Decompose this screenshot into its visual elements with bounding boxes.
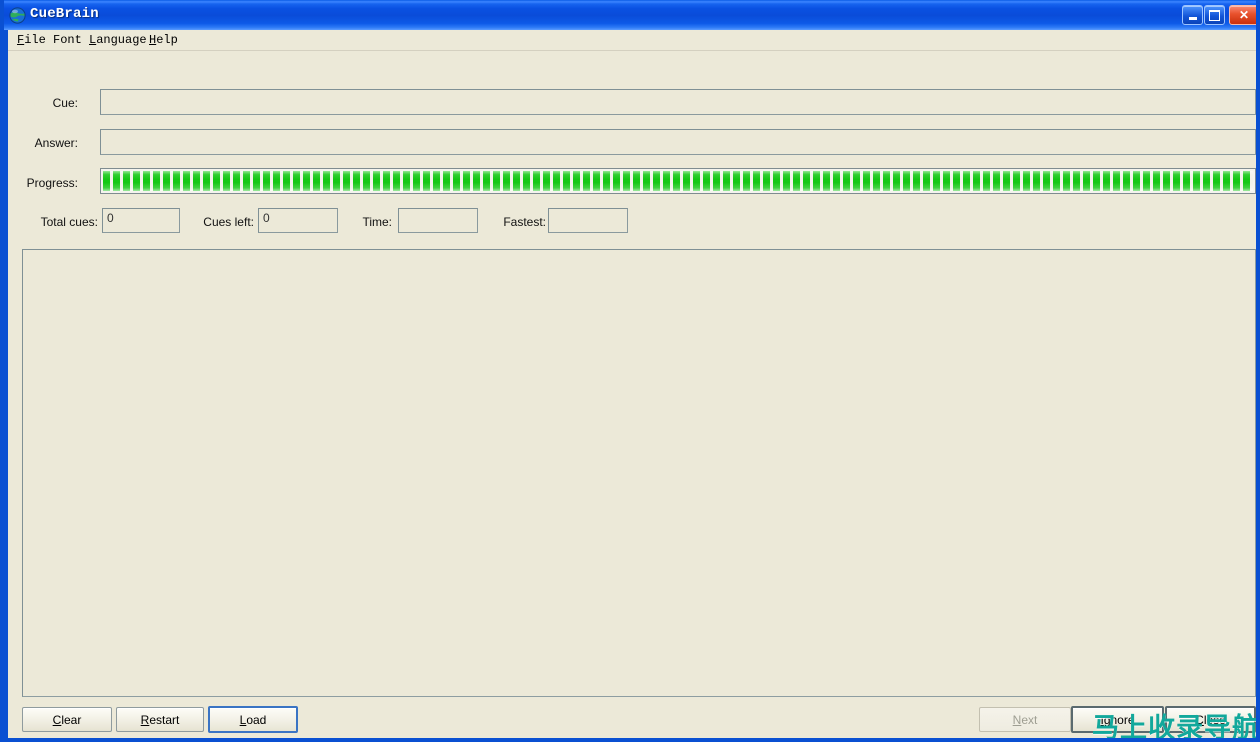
answer-input[interactable] <box>100 129 1256 155</box>
total-cues-input[interactable]: 0 <box>102 208 180 233</box>
window-title: CueBrain <box>30 6 99 22</box>
cues-left-label: Cues left: <box>203 215 254 229</box>
total-cues-label: Total cues: <box>40 215 98 229</box>
globe-icon <box>9 7 26 24</box>
title-bar[interactable]: CueBrain ✕ <box>4 0 1256 30</box>
form-area: Cue: Answer: Progress: Total cues: 0 Cue… <box>8 51 1256 738</box>
main-output-panel[interactable] <box>22 249 1256 697</box>
close-icon: ✕ <box>1238 8 1250 22</box>
menu-language-rest: anguage <box>96 33 147 47</box>
clear-button[interactable]: Clear <box>22 707 112 732</box>
load-button[interactable]: Load <box>208 706 298 733</box>
menu-help-rest: elp <box>156 33 178 47</box>
menu-file-rest: ile <box>24 33 46 47</box>
restart-button-label: estart <box>149 712 180 727</box>
client-area: File Font Language Help Cue: Answer: Pro… <box>8 30 1256 738</box>
progress-bar-fill <box>103 171 1253 191</box>
time-label: Time: <box>362 215 392 229</box>
fastest-label: Fastest: <box>503 215 546 229</box>
close-button[interactable]: Close <box>1165 706 1256 733</box>
time-input[interactable] <box>398 208 478 233</box>
fastest-input[interactable] <box>548 208 628 233</box>
menu-item-help[interactable]: Help <box>146 33 181 47</box>
menu-font-label: Font <box>53 33 82 47</box>
cues-left-input[interactable]: 0 <box>258 208 338 233</box>
ignore-button-label: gnore <box>1103 712 1135 727</box>
application-window: CueBrain ✕ File Font Language Help Cue: … <box>0 0 1260 742</box>
menu-item-language[interactable]: Language <box>86 33 150 47</box>
cue-label: Cue: <box>52 96 78 110</box>
clear-button-label: lear <box>61 712 82 727</box>
close-button-label: lose <box>1203 712 1226 727</box>
answer-label: Answer: <box>34 136 78 150</box>
next-button[interactable]: Next <box>979 707 1071 732</box>
ignore-button[interactable]: Ignore <box>1071 706 1164 733</box>
cue-input[interactable] <box>100 89 1256 115</box>
maximize-button[interactable] <box>1204 5 1225 25</box>
menu-item-file[interactable]: File <box>14 33 49 47</box>
minimize-icon <box>1183 6 1202 24</box>
restart-button[interactable]: Restart <box>116 707 204 732</box>
maximize-icon <box>1205 6 1224 24</box>
load-button-label: oad <box>246 712 267 727</box>
menu-item-font[interactable]: Font <box>50 33 85 47</box>
menu-bar: File Font Language Help <box>8 30 1256 51</box>
close-window-button[interactable]: ✕ <box>1229 5 1256 25</box>
minimize-button[interactable] <box>1182 5 1203 25</box>
progress-bar <box>100 168 1256 194</box>
progress-label: Progress: <box>26 176 78 190</box>
next-button-label: ext <box>1021 712 1038 727</box>
